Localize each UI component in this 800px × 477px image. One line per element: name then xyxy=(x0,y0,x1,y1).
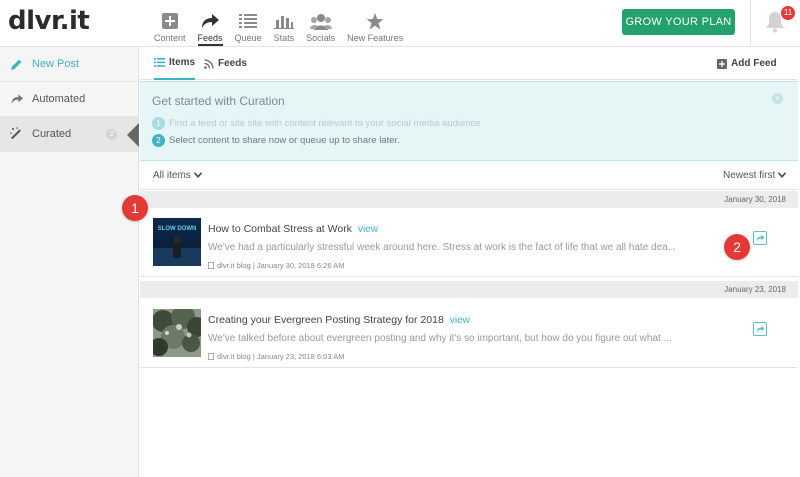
notifications-button[interactable]: 11 xyxy=(750,0,800,47)
users-icon xyxy=(309,11,332,31)
callout-marker-1: 1 xyxy=(122,195,148,221)
nav-queue-label: Queue xyxy=(234,33,262,43)
step-text: Select content to share now or queue up … xyxy=(169,135,400,146)
content-tabs: Items Feeds Add Feed xyxy=(140,47,798,80)
curated-count-badge: 2 xyxy=(106,129,117,140)
nav-feeds[interactable]: Feeds xyxy=(192,0,229,47)
top-bar: dlvr.it Content Feeds Queue Stats Social… xyxy=(0,0,800,47)
banner-title: Get started with Curation xyxy=(152,94,285,108)
post-meta-text: dlvr.it blog | January 30, 2018 6:26 AM xyxy=(217,261,345,270)
tab-items-label: Items xyxy=(169,57,196,68)
post-title[interactable]: How to Combat Stress at Work xyxy=(208,223,352,235)
sidebar-item-label: Curated xyxy=(32,128,72,140)
document-icon xyxy=(208,262,214,269)
post-title-row: Creating your Evergreen Posting Strategy… xyxy=(208,314,470,326)
nav-content-label: Content xyxy=(154,33,186,43)
chevron-down-icon xyxy=(777,172,787,178)
nav-stats-label: Stats xyxy=(273,33,295,43)
sidebar: New Post Automated Curated 2 xyxy=(0,47,139,477)
callout-marker-2: 2 xyxy=(724,234,750,260)
tab-feeds[interactable]: Feeds xyxy=(204,47,247,80)
share-arrow-icon xyxy=(756,234,764,242)
nav-queue[interactable]: Queue xyxy=(229,0,268,47)
nav-socials[interactable]: Socials xyxy=(300,0,341,47)
post-meta-text: dlvr.it blog | January 23, 2018 6:03 AM xyxy=(217,352,345,361)
thumbnail-caption: SLOW DOWN xyxy=(158,226,197,232)
plus-square-icon xyxy=(717,58,727,69)
sidebar-item-new-post[interactable]: New Post xyxy=(0,47,138,82)
close-icon[interactable]: × xyxy=(772,93,783,104)
step-number: 2 xyxy=(152,134,165,147)
sort-dropdown[interactable]: Newest first xyxy=(723,170,787,181)
filter-bar: All items Newest first xyxy=(140,162,798,190)
date-header: January 30, 2018 xyxy=(140,191,798,208)
post-thumbnail[interactable]: SLOW DOWN xyxy=(153,218,201,266)
magic-wand-icon xyxy=(10,127,26,141)
all-items-dropdown[interactable]: All items xyxy=(153,170,202,181)
post-meta: dlvr.it blog | January 23, 2018 6:03 AM xyxy=(208,352,344,361)
chevron-down-icon xyxy=(193,172,202,178)
list-item: SLOW DOWN How to Combat Stress at Work vi… xyxy=(140,208,798,277)
share-arrow-icon xyxy=(756,325,764,333)
post-title[interactable]: Creating your Evergreen Posting Strategy… xyxy=(208,314,444,326)
step-number: 1 xyxy=(152,117,165,130)
post-excerpt: We've had a particularly stressful week … xyxy=(208,242,677,253)
main-nav: Content Feeds Queue Stats Socials New Fe… xyxy=(148,0,409,47)
sidebar-item-automated[interactable]: Automated xyxy=(0,82,138,117)
banner-step-2: 2 Select content to share now or queue u… xyxy=(152,134,400,147)
view-link[interactable]: view xyxy=(450,315,470,326)
view-link[interactable]: view xyxy=(358,224,378,235)
tab-feeds-label: Feeds xyxy=(218,58,247,69)
nav-content[interactable]: Content xyxy=(148,0,192,47)
notification-badge: 11 xyxy=(781,6,795,20)
grow-your-plan-button[interactable]: GROW YOUR PLAN xyxy=(622,9,735,35)
add-feed-button[interactable]: Add Feed xyxy=(717,47,777,80)
post-title-row: How to Combat Stress at Work view xyxy=(208,223,378,235)
nav-stats[interactable]: Stats xyxy=(268,0,301,47)
all-items-label: All items xyxy=(153,170,191,181)
active-indicator-arrow xyxy=(127,123,139,147)
add-feed-label: Add Feed xyxy=(731,58,777,69)
pencil-icon xyxy=(10,58,26,71)
rss-icon xyxy=(204,58,214,69)
list-icon xyxy=(239,11,258,31)
plus-square-icon xyxy=(161,11,179,31)
curation-banner: Get started with Curation × 1 Find a fee… xyxy=(140,81,798,161)
post-excerpt: We've talked before about evergreen post… xyxy=(208,333,672,344)
list-icon xyxy=(154,58,165,67)
share-button[interactable] xyxy=(753,322,767,336)
share-button[interactable] xyxy=(753,231,767,245)
star-icon xyxy=(366,11,384,31)
banner-step-1: 1 Find a feed or site site with content … xyxy=(152,117,481,130)
sidebar-item-label: New Post xyxy=(32,58,80,70)
nav-new-features[interactable]: New Features xyxy=(341,0,409,47)
step-text: Find a feed or site site with content re… xyxy=(169,118,481,129)
date-header: January 23, 2018 xyxy=(140,281,798,298)
tab-items[interactable]: Items xyxy=(154,47,196,80)
post-meta: dlvr.it blog | January 30, 2018 6:26 AM xyxy=(208,261,344,270)
date-label: January 23, 2018 xyxy=(724,285,786,294)
nav-feeds-label: Feeds xyxy=(197,33,223,46)
list-item: Creating your Evergreen Posting Strategy… xyxy=(140,299,798,368)
sidebar-item-curated[interactable]: Curated 2 xyxy=(0,117,139,152)
date-label: January 30, 2018 xyxy=(724,195,786,204)
nav-socials-label: Socials xyxy=(306,33,336,43)
share-arrow-icon xyxy=(10,93,26,105)
main-content: Items Feeds Add Feed Get started with Cu… xyxy=(140,47,798,477)
bar-chart-icon xyxy=(273,11,294,31)
post-thumbnail[interactable] xyxy=(153,309,201,357)
share-arrow-icon xyxy=(200,11,220,31)
document-icon xyxy=(208,353,214,360)
nav-new-features-label: New Features xyxy=(347,33,404,43)
app-logo[interactable]: dlvr.it xyxy=(8,6,90,36)
sidebar-item-label: Automated xyxy=(32,93,86,105)
sort-label: Newest first xyxy=(723,170,776,181)
